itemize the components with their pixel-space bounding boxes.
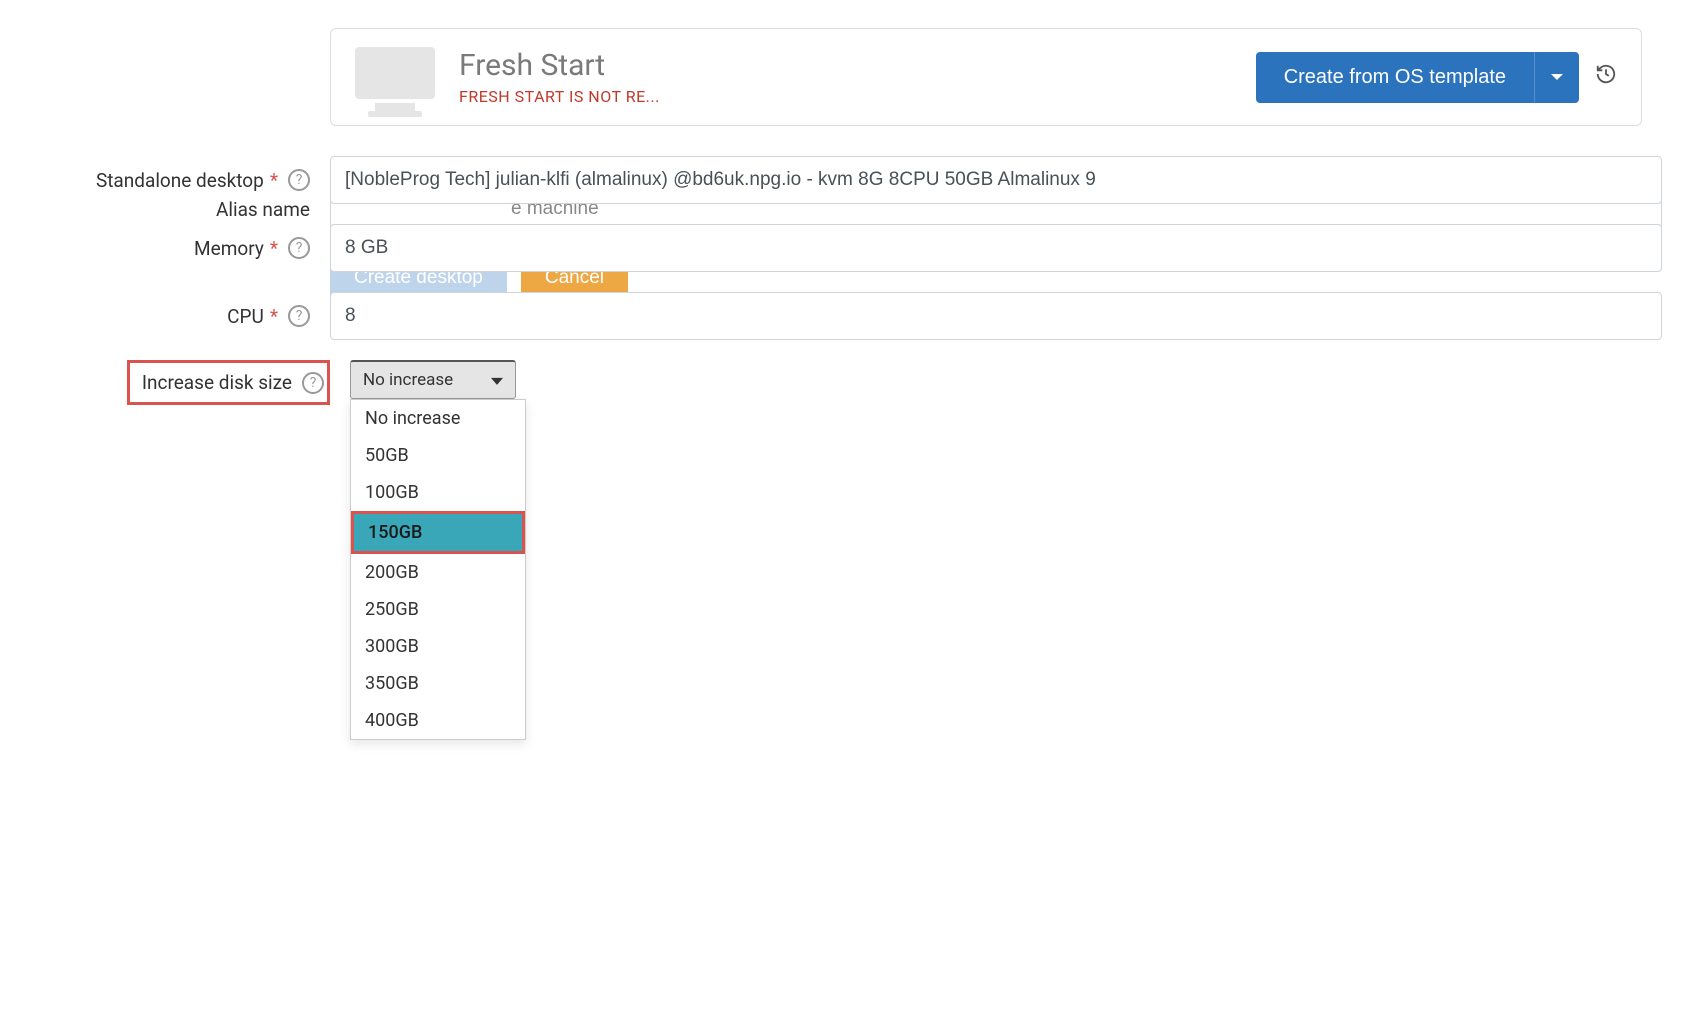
memory-row: Memory* ?	[20, 224, 1662, 272]
cpu-row: CPU* ?	[20, 292, 1662, 340]
header-card: Fresh Start FRESH START IS NOT RE... Cre…	[330, 28, 1642, 126]
help-icon[interactable]: ?	[302, 372, 324, 394]
disk-option-250gb[interactable]: 250GB	[351, 591, 525, 628]
increase-disk-size-label: Increase disk size	[142, 371, 292, 394]
cpu-label: CPU* ?	[20, 305, 330, 328]
monitor-icon	[355, 47, 435, 107]
required-asterisk: *	[270, 169, 278, 192]
increase-disk-size-menu: No increase 50GB 100GB 150GB 200GB 250GB…	[350, 399, 526, 740]
disk-option-100gb[interactable]: 100GB	[351, 474, 525, 511]
disk-option-300gb[interactable]: 300GB	[351, 628, 525, 665]
help-icon[interactable]: ?	[288, 237, 310, 259]
increase-disk-size-row: Increase disk size ? No increase No incr…	[20, 360, 1662, 405]
memory-label: Memory* ?	[20, 237, 330, 260]
memory-input[interactable]	[330, 224, 1662, 272]
caret-down-icon	[1551, 74, 1563, 80]
disk-option-no-increase[interactable]: No increase	[351, 400, 525, 437]
create-os-template-button[interactable]: Create from OS template	[1256, 52, 1534, 103]
cpu-input[interactable]	[330, 292, 1662, 340]
disk-option-150gb[interactable]: 150GB	[351, 511, 525, 554]
disk-option-350gb[interactable]: 350GB	[351, 665, 525, 702]
disk-option-50gb[interactable]: 50GB	[351, 437, 525, 474]
increase-disk-size-label-highlight: Increase disk size ?	[127, 360, 330, 405]
required-asterisk: *	[270, 305, 278, 328]
increase-disk-size-select[interactable]: No increase	[350, 360, 516, 399]
disk-option-400gb[interactable]: 400GB	[351, 702, 525, 739]
required-asterisk: *	[270, 237, 278, 260]
history-icon[interactable]	[1595, 63, 1617, 91]
standalone-desktop-input[interactable]	[330, 156, 1662, 204]
create-os-template-split-button: Create from OS template	[1256, 52, 1579, 103]
page-title: Fresh Start	[459, 48, 660, 83]
help-icon[interactable]: ?	[288, 305, 310, 327]
disk-option-200gb[interactable]: 200GB	[351, 554, 525, 591]
header-subtitle: FRESH START IS NOT RE...	[459, 87, 660, 106]
standalone-desktop-row: Standalone desktop* ?	[20, 156, 1662, 204]
standalone-desktop-label: Standalone desktop* ?	[20, 169, 330, 192]
header-text: Fresh Start FRESH START IS NOT RE...	[459, 48, 660, 106]
help-icon[interactable]: ?	[288, 169, 310, 191]
create-os-template-caret[interactable]	[1534, 52, 1579, 103]
